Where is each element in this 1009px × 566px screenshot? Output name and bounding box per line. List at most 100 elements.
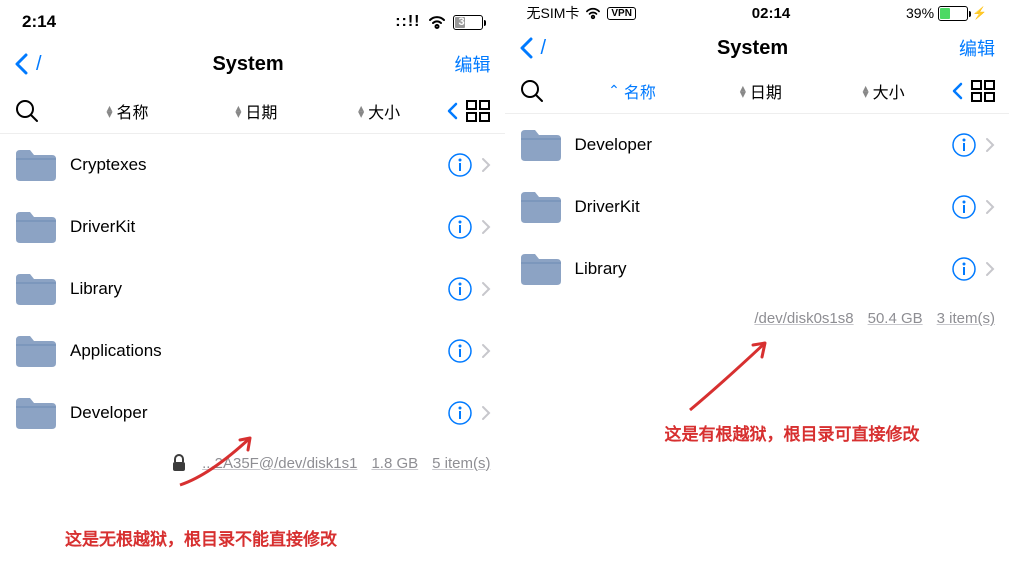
footer-bar: ...2A35F@/dev/disk1s1 1.8 GB 5 item(s): [0, 444, 505, 482]
vpn-icon: VPN: [607, 7, 636, 20]
chevron-right-icon: [481, 343, 491, 359]
edit-button[interactable]: 编辑: [455, 51, 491, 77]
sort-date[interactable]: ▴▾ 日期: [700, 79, 823, 103]
folder-icon: [14, 148, 56, 182]
chevron-left-icon[interactable]: [951, 81, 965, 101]
chevron-right-icon: [985, 261, 995, 277]
footer-path[interactable]: ...2A35F@/dev/disk1s1: [202, 455, 357, 472]
grid-view-icon[interactable]: [466, 100, 490, 122]
caret-up-icon: ⌃: [608, 82, 620, 99]
sort-arrows-icon: ▴▾: [740, 85, 746, 97]
annotation-text: 这是有根越狱，根目录可直接修改: [665, 420, 920, 445]
phone-left: 2:14 ::!! 39 / System 编辑 ▴▾ 名称 ▴▾ 日期: [0, 0, 505, 566]
back-button[interactable]: /: [14, 53, 42, 76]
page-title: System: [212, 53, 283, 76]
status-time: 02:14: [752, 5, 790, 22]
chevron-right-icon: [481, 219, 491, 235]
wifi-icon: [427, 15, 447, 30]
sort-name[interactable]: ▴▾ 名称: [60, 99, 195, 123]
annotation-text: 这是无根越狱，根目录不能直接修改: [65, 525, 337, 550]
folder-icon: [14, 396, 56, 430]
file-name: Library: [70, 279, 447, 299]
folder-icon: [519, 128, 561, 162]
footer-count[interactable]: 3 item(s): [937, 310, 995, 327]
file-name: DriverKit: [70, 217, 447, 237]
info-icon[interactable]: [447, 152, 473, 178]
chevron-right-icon: [481, 405, 491, 421]
chevron-left-icon: [519, 37, 535, 59]
info-icon[interactable]: [447, 400, 473, 426]
sort-bar: ▴▾ 名称 ▴▾ 日期 ▴▾ 大小: [0, 88, 505, 134]
navbar: / System 编辑: [0, 40, 505, 88]
folder-icon: [519, 252, 561, 286]
sort-size[interactable]: ▴▾ 大小: [822, 79, 945, 103]
status-bar: 无SIM卡 VPN 02:14 39% ⚡: [505, 0, 1009, 28]
file-row[interactable]: Library: [505, 238, 1009, 300]
wifi-icon: [584, 7, 602, 20]
file-row[interactable]: DriverKit: [0, 196, 505, 258]
file-list: Cryptexes DriverKit Library Applications…: [0, 134, 505, 444]
back-path: /: [541, 37, 547, 60]
sort-arrows-icon: ▴▾: [235, 105, 241, 117]
file-name: Cryptexes: [70, 155, 447, 175]
sort-arrows-icon: ▴▾: [106, 105, 112, 117]
info-icon[interactable]: [447, 214, 473, 240]
sort-arrows-icon: ▴▾: [863, 85, 869, 97]
status-icons: ::!! 39: [395, 13, 482, 31]
info-icon[interactable]: [447, 276, 473, 302]
charging-icon: ⚡: [972, 6, 987, 20]
sort-bar: ⌃ 名称 ▴▾ 日期 ▴▾ 大小: [505, 68, 1009, 114]
file-row[interactable]: Developer: [505, 114, 1009, 176]
chevron-right-icon: [985, 137, 995, 153]
file-row[interactable]: Cryptexes: [0, 134, 505, 196]
footer-size[interactable]: 1.8 GB: [371, 455, 418, 472]
back-button[interactable]: /: [519, 37, 547, 60]
folder-icon: [519, 190, 561, 224]
info-icon[interactable]: [447, 338, 473, 364]
sort-name[interactable]: ⌃ 名称: [565, 79, 700, 103]
file-row[interactable]: Library: [0, 258, 505, 320]
info-icon[interactable]: [951, 132, 977, 158]
info-icon[interactable]: [951, 256, 977, 282]
grid-view-icon[interactable]: [971, 80, 995, 102]
battery-icon: 39: [453, 15, 483, 30]
view-controls: [951, 80, 995, 102]
status-bar: 2:14 ::!! 39: [0, 0, 505, 40]
file-list: Developer DriverKit Library: [505, 114, 1009, 300]
chevron-left-icon: [14, 53, 30, 75]
folder-icon: [14, 272, 56, 306]
file-row[interactable]: Developer: [0, 382, 505, 444]
search-icon[interactable]: [519, 78, 545, 104]
chevron-right-icon: [481, 157, 491, 173]
annotation-arrow: [680, 335, 780, 415]
file-name: Applications: [70, 341, 447, 361]
battery-pct-text: 39%: [906, 5, 934, 21]
footer-path[interactable]: /dev/disk0s1s8: [754, 310, 853, 327]
sort-arrows-icon: ▴▾: [358, 105, 364, 117]
file-name: DriverKit: [575, 197, 952, 217]
edit-button[interactable]: 编辑: [959, 35, 995, 61]
sim-text: 无SIM卡: [527, 3, 580, 23]
lock-icon: [170, 454, 188, 472]
battery-icon: [938, 6, 968, 21]
page-title: System: [717, 37, 788, 60]
folder-icon: [14, 334, 56, 368]
footer-size[interactable]: 50.4 GB: [868, 310, 923, 327]
chevron-left-icon[interactable]: [446, 101, 460, 121]
chevron-right-icon: [985, 199, 995, 215]
file-name: Developer: [575, 135, 952, 155]
folder-icon: [14, 210, 56, 244]
view-controls: [446, 100, 490, 122]
sort-date[interactable]: ▴▾ 日期: [195, 99, 318, 123]
footer-bar: /dev/disk0s1s8 50.4 GB 3 item(s): [505, 300, 1009, 337]
search-icon[interactable]: [14, 98, 40, 124]
sort-size[interactable]: ▴▾ 大小: [318, 99, 441, 123]
file-row[interactable]: DriverKit: [505, 176, 1009, 238]
file-name: Developer: [70, 403, 447, 423]
file-row[interactable]: Applications: [0, 320, 505, 382]
info-icon[interactable]: [951, 194, 977, 220]
footer-count[interactable]: 5 item(s): [432, 455, 490, 472]
back-path: /: [36, 53, 42, 76]
navbar: / System 编辑: [505, 28, 1009, 68]
file-name: Library: [575, 259, 952, 279]
